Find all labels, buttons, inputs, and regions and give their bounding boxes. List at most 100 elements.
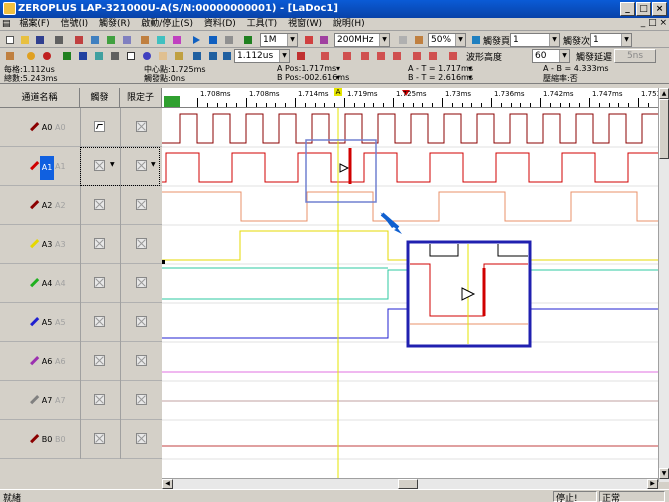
bus-g-icon[interactable] xyxy=(410,49,423,62)
chevron-down-icon[interactable]: ▼ xyxy=(549,34,559,46)
sample-size-select[interactable]: 1M ▼ xyxy=(260,33,298,47)
child-minimize[interactable]: _ xyxy=(641,18,646,28)
stop-icon[interactable] xyxy=(222,33,235,46)
scroll-left-arrow[interactable]: ◀ xyxy=(162,479,173,489)
channel-row[interactable]: A6 A6 xyxy=(0,342,162,381)
cursor-a-marker[interactable]: A xyxy=(334,88,342,96)
grid-icon[interactable] xyxy=(120,33,133,46)
bus-d-icon[interactable] xyxy=(358,49,371,62)
child-maximize[interactable]: □ xyxy=(648,18,657,28)
capture-icon[interactable] xyxy=(72,33,85,46)
child-close[interactable]: × xyxy=(659,18,667,28)
probe-icon[interactable] xyxy=(241,33,254,46)
close-button[interactable]: × xyxy=(652,2,667,16)
qualifier-box[interactable] xyxy=(136,277,147,288)
minimize-button[interactable]: _ xyxy=(620,2,635,16)
scroll-right-arrow[interactable]: ▶ xyxy=(647,479,658,489)
print-icon[interactable] xyxy=(52,33,65,46)
time-per-div-select[interactable]: 1.112us ▼ xyxy=(234,49,290,63)
vertical-scrollbar[interactable]: ▲ ▼ xyxy=(658,88,669,482)
qualifier-box[interactable] xyxy=(136,394,147,405)
child-window-controls[interactable]: _ □ × xyxy=(641,18,667,28)
channel-name-cell[interactable]: A6 A6 xyxy=(2,355,78,369)
waveform-area[interactable] xyxy=(162,108,658,482)
bus-h-icon[interactable] xyxy=(426,49,439,62)
run-icon[interactable] xyxy=(190,33,203,46)
bus-c-icon[interactable] xyxy=(340,49,353,62)
open-icon[interactable] xyxy=(18,33,31,46)
trigger-page-select[interactable]: 1 ▼ xyxy=(510,33,560,47)
qualifier-box[interactable] xyxy=(136,355,147,366)
trigger-count-select[interactable]: 1 ▼ xyxy=(590,33,632,47)
channel-row[interactable]: A7 A7 xyxy=(0,381,162,420)
channel-row[interactable]: A5 A5 xyxy=(0,303,162,342)
trigger-condition-box[interactable] xyxy=(94,238,105,249)
menu-signal[interactable]: 信號(I) xyxy=(56,18,92,31)
horizontal-scroll-thumb[interactable] xyxy=(398,479,418,489)
stack-icon[interactable] xyxy=(170,33,183,46)
trigger-condition-box[interactable] xyxy=(94,433,105,444)
capture2-icon[interactable] xyxy=(88,33,101,46)
calc-icon[interactable] xyxy=(108,49,121,62)
chevron-down-icon[interactable]: ▼ xyxy=(621,34,631,46)
menu-window[interactable]: 視窗(W) xyxy=(284,18,326,31)
qualifier-box[interactable] xyxy=(136,121,147,132)
list-icon[interactable] xyxy=(92,49,105,62)
zoom-in-icon[interactable] xyxy=(140,49,153,62)
trigger-condition-box[interactable] xyxy=(94,277,105,288)
horizontal-scrollbar[interactable]: ◀ ▶ xyxy=(162,478,658,489)
trigger-left-icon[interactable] xyxy=(469,33,482,46)
chevron-down-icon[interactable]: ▼ xyxy=(559,50,569,62)
channel-row[interactable]: A0 A0 xyxy=(0,108,162,147)
wave-icon[interactable] xyxy=(154,33,167,46)
trigger-condition-box[interactable] xyxy=(94,394,105,405)
channel-row[interactable]: A4 A4 xyxy=(0,264,162,303)
qualifier-box[interactable] xyxy=(136,199,147,210)
channel-row[interactable]: A2 A2 xyxy=(0,186,162,225)
menu-file[interactable]: 檔案(F) xyxy=(15,18,53,31)
run-repeat-icon[interactable] xyxy=(206,33,219,46)
save-icon[interactable] xyxy=(33,33,46,46)
qualifier-header[interactable]: 限定子 xyxy=(120,88,162,108)
rising-edge-trigger-icon[interactable] xyxy=(94,121,105,132)
menu-tools[interactable]: 工具(T) xyxy=(243,18,282,31)
a-minus-t-dropdown[interactable]: ▾ xyxy=(468,64,472,73)
pointer-icon[interactable] xyxy=(124,49,137,62)
bus-a-icon[interactable] xyxy=(294,49,307,62)
qualifier-box[interactable] xyxy=(136,433,147,444)
new-icon[interactable] xyxy=(3,33,16,46)
home-icon[interactable] xyxy=(3,49,16,62)
table-icon[interactable] xyxy=(60,49,73,62)
channel-name-cell[interactable]: A0 A0 xyxy=(2,121,78,135)
channel-row[interactable]: B0 B0 xyxy=(0,420,162,459)
channel-name-cell[interactable]: A5 A5 xyxy=(2,316,78,330)
target-icon[interactable] xyxy=(40,49,53,62)
hand-icon[interactable] xyxy=(156,49,169,62)
trigger-delay-field[interactable]: 5ns xyxy=(614,49,656,63)
vertical-scroll-thumb[interactable] xyxy=(659,99,669,159)
cursor-a-dropdown[interactable]: ▾ xyxy=(336,64,340,73)
menu-start-stop[interactable]: 啟動/停止(S) xyxy=(137,18,197,31)
trigger-condition-box[interactable] xyxy=(94,316,105,327)
cursor-icon[interactable] xyxy=(138,33,151,46)
doc-icon[interactable]: ▤ xyxy=(0,18,13,31)
zoom-fit-icon[interactable] xyxy=(190,49,203,62)
trigger-position-select[interactable]: 50% ▼ xyxy=(428,33,466,47)
scroll-down-arrow[interactable]: ▼ xyxy=(659,468,669,479)
trigger-condition-box[interactable] xyxy=(94,199,105,210)
channel-name-cell[interactable]: A7 A7 xyxy=(2,394,78,408)
channel-name-cell[interactable]: B0 B0 xyxy=(2,433,78,447)
zoom-out-icon[interactable] xyxy=(206,49,219,62)
clock-icon[interactable] xyxy=(317,33,330,46)
frequency-select[interactable]: 200MHz ▼ xyxy=(334,33,390,47)
bus-icon[interactable] xyxy=(104,33,117,46)
chevron-down-icon[interactable]: ▼ xyxy=(279,50,289,62)
chevron-down-icon[interactable]: ▼ xyxy=(379,34,389,46)
cursor-b-dropdown[interactable]: ▾ xyxy=(336,73,340,82)
timer-icon[interactable] xyxy=(24,49,37,62)
channel-name-cell[interactable]: A3 A3 xyxy=(2,238,78,252)
chevron-down-icon[interactable]: ▼ xyxy=(287,34,297,46)
menu-trigger[interactable]: 觸發(R) xyxy=(95,18,134,31)
trigger-header[interactable]: 觸發 xyxy=(80,88,120,108)
menu-data[interactable]: 資料(D) xyxy=(200,18,240,31)
